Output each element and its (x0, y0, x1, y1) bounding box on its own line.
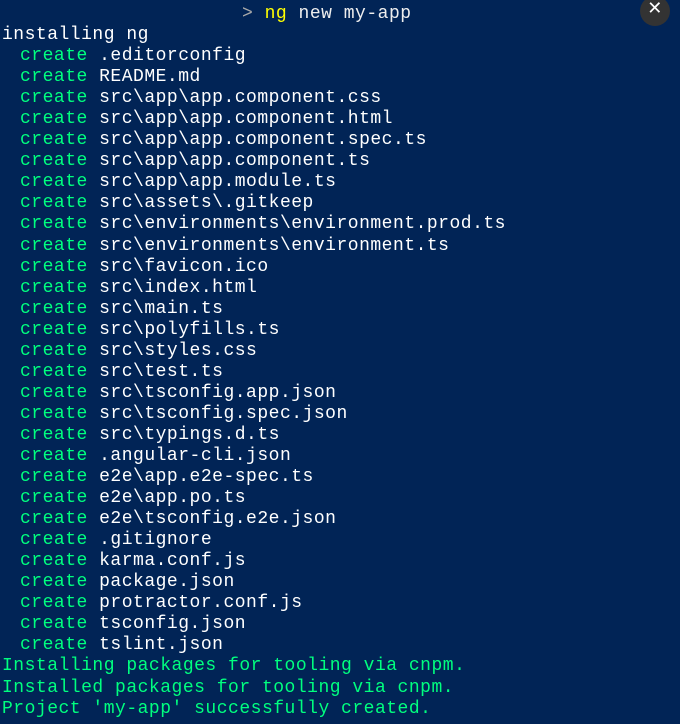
file-path: .editorconfig (99, 46, 246, 66)
create-label: create (20, 46, 88, 66)
file-path: e2e\app.e2e-spec.ts (99, 467, 314, 487)
create-label: create (20, 383, 88, 403)
create-label: create (20, 214, 88, 234)
file-path: src\main.ts (99, 299, 223, 319)
create-label: create (20, 341, 88, 361)
create-label: create (20, 467, 88, 487)
create-line: create package.json (2, 572, 678, 593)
file-path: src\environments\environment.ts (99, 236, 449, 256)
create-line: create src\main.ts (2, 299, 678, 320)
file-path: src\environments\environment.prod.ts (99, 214, 506, 234)
create-line: create e2e\tsconfig.e2e.json (2, 509, 678, 530)
create-line: create tsconfig.json (2, 614, 678, 635)
create-label: create (20, 172, 88, 192)
file-path: src\index.html (99, 278, 257, 298)
file-path: src\favicon.ico (99, 257, 269, 277)
prompt-line: > ng new my-app (2, 4, 678, 25)
create-line: create src\app\app.component.ts (2, 151, 678, 172)
create-line: create README.md (2, 67, 678, 88)
create-label: create (20, 299, 88, 319)
create-line: create src\index.html (2, 278, 678, 299)
create-label: create (20, 193, 88, 213)
file-path: tslint.json (99, 635, 223, 655)
create-line: create .gitignore (2, 530, 678, 551)
create-label: create (20, 88, 88, 108)
create-line: create src\test.ts (2, 362, 678, 383)
create-line: create src\environments\environment.prod… (2, 214, 678, 235)
create-line: create karma.conf.js (2, 551, 678, 572)
close-icon: ✕ (647, 0, 663, 21)
status-line: Installed packages for tooling via cnpm. (2, 678, 678, 699)
command-args: new my-app (287, 4, 411, 24)
create-line: create src\app\app.component.spec.ts (2, 130, 678, 151)
create-label: create (20, 509, 88, 529)
file-path: karma.conf.js (99, 551, 246, 571)
create-line: create e2e\app.po.ts (2, 488, 678, 509)
create-label: create (20, 635, 88, 655)
status-line: Installing packages for tooling via cnpm… (2, 656, 678, 677)
create-line: create tslint.json (2, 635, 678, 656)
create-label: create (20, 404, 88, 424)
create-label: create (20, 614, 88, 634)
file-path: .angular-cli.json (99, 446, 291, 466)
file-path: src\app\app.component.css (99, 88, 382, 108)
create-label: create (20, 67, 88, 87)
file-path: .gitignore (99, 530, 212, 550)
installing-line: installing ng (2, 25, 678, 46)
create-line: create src\environments\environment.ts (2, 236, 678, 257)
command-name: ng (265, 4, 288, 24)
create-label: create (20, 551, 88, 571)
create-label: create (20, 130, 88, 150)
create-line: create .editorconfig (2, 46, 678, 67)
create-line: create src\app\app.component.css (2, 88, 678, 109)
file-path: package.json (99, 572, 235, 592)
create-line: create .angular-cli.json (2, 446, 678, 467)
create-label: create (20, 572, 88, 592)
create-label: create (20, 425, 88, 445)
file-path: src\app\app.component.html (99, 109, 393, 129)
terminal-output: ✕ > ng new my-app installing ng create .… (0, 0, 680, 724)
create-line: create src\polyfills.ts (2, 320, 678, 341)
create-label: create (20, 320, 88, 340)
file-path: protractor.conf.js (99, 593, 302, 613)
create-line: create src\typings.d.ts (2, 425, 678, 446)
create-label: create (20, 109, 88, 129)
create-label: create (20, 362, 88, 382)
file-path: src\styles.css (99, 341, 257, 361)
create-line: create protractor.conf.js (2, 593, 678, 614)
create-label: create (20, 278, 88, 298)
create-label: create (20, 488, 88, 508)
status-line: Project 'my-app' successfully created. (2, 699, 678, 720)
file-path: e2e\app.po.ts (99, 488, 246, 508)
file-path: src\polyfills.ts (99, 320, 280, 340)
create-line: create src\styles.css (2, 341, 678, 362)
create-line: create e2e\app.e2e-spec.ts (2, 467, 678, 488)
create-label: create (20, 257, 88, 277)
create-label: create (20, 236, 88, 256)
create-label: create (20, 151, 88, 171)
create-line: create src\app\app.module.ts (2, 172, 678, 193)
create-label: create (20, 593, 88, 613)
file-path: src\tsconfig.spec.json (99, 404, 348, 424)
create-line: create src\tsconfig.app.json (2, 383, 678, 404)
create-label: create (20, 446, 88, 466)
create-label: create (20, 530, 88, 550)
file-path: src\assets\.gitkeep (99, 193, 314, 213)
file-path: src\app\app.component.spec.ts (99, 130, 427, 150)
create-line: create src\assets\.gitkeep (2, 193, 678, 214)
create-line: create src\app\app.component.html (2, 109, 678, 130)
create-line: create src\tsconfig.spec.json (2, 404, 678, 425)
file-path: e2e\tsconfig.e2e.json (99, 509, 336, 529)
file-path: tsconfig.json (99, 614, 246, 634)
file-path: src\typings.d.ts (99, 425, 280, 445)
file-path: src\app\app.module.ts (99, 172, 336, 192)
prompt-symbol: > (242, 4, 253, 24)
file-path: src\app\app.component.ts (99, 151, 370, 171)
file-path: README.md (99, 67, 201, 87)
file-path: src\test.ts (99, 362, 223, 382)
file-path: src\tsconfig.app.json (99, 383, 336, 403)
create-line: create src\favicon.ico (2, 257, 678, 278)
